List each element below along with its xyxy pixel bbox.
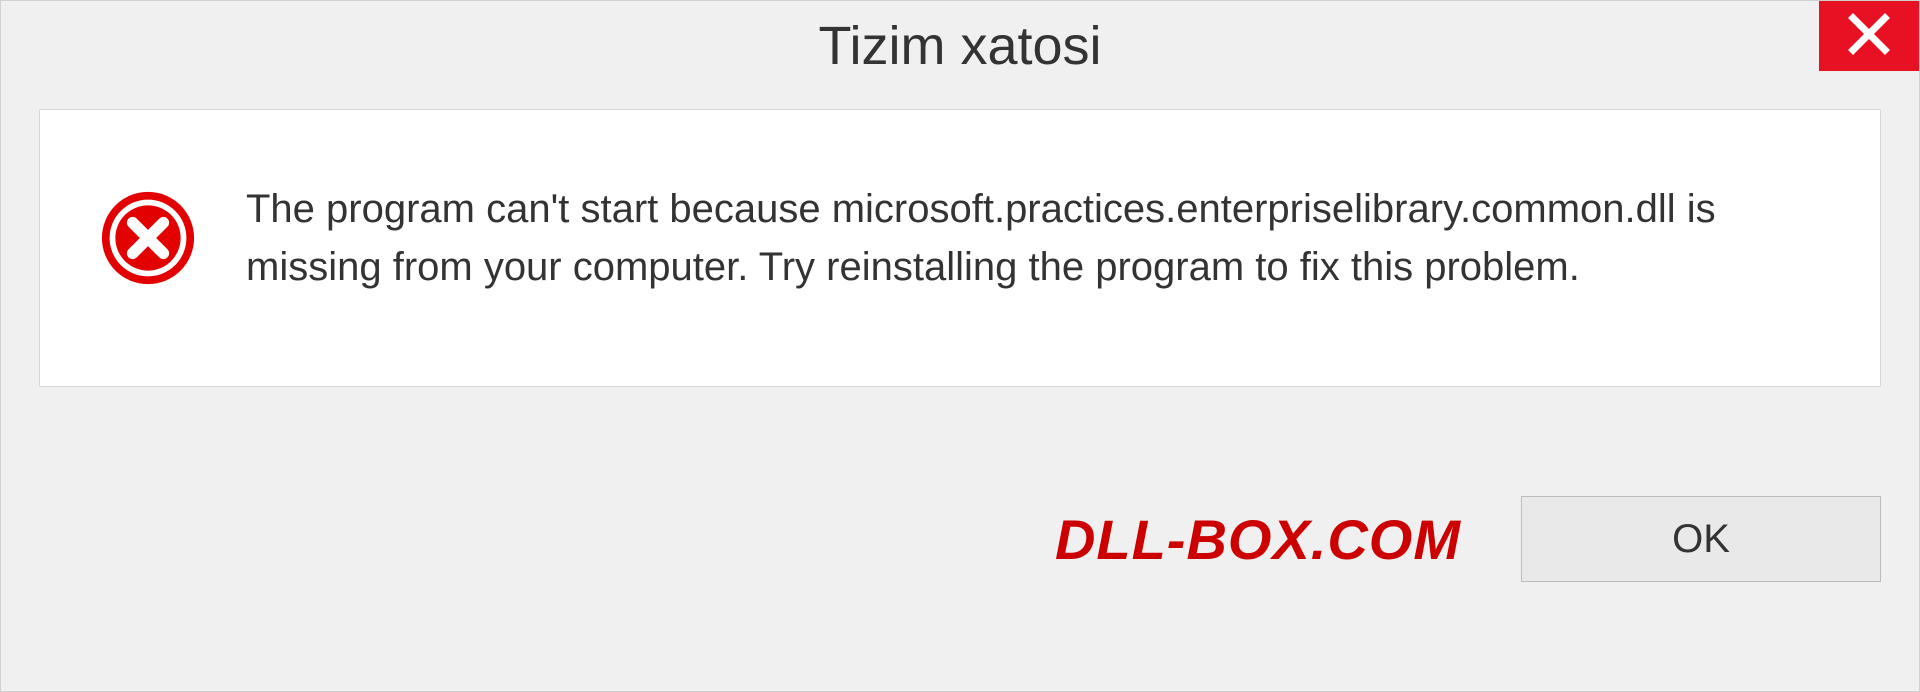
ok-button[interactable]: OK	[1521, 496, 1881, 582]
close-icon	[1847, 12, 1891, 61]
close-button[interactable]	[1819, 1, 1919, 71]
watermark-text: DLL-BOX.COM	[1055, 507, 1461, 572]
error-icon	[100, 190, 196, 286]
error-message: The program can't start because microsof…	[246, 180, 1810, 296]
titlebar: Tizim xatosi	[1, 1, 1919, 91]
error-dialog: Tizim xatosi The program can't start bec…	[0, 0, 1920, 692]
footer-row: DLL-BOX.COM OK	[1, 397, 1919, 691]
dialog-title: Tizim xatosi	[818, 15, 1101, 77]
content-panel: The program can't start because microsof…	[39, 109, 1881, 387]
